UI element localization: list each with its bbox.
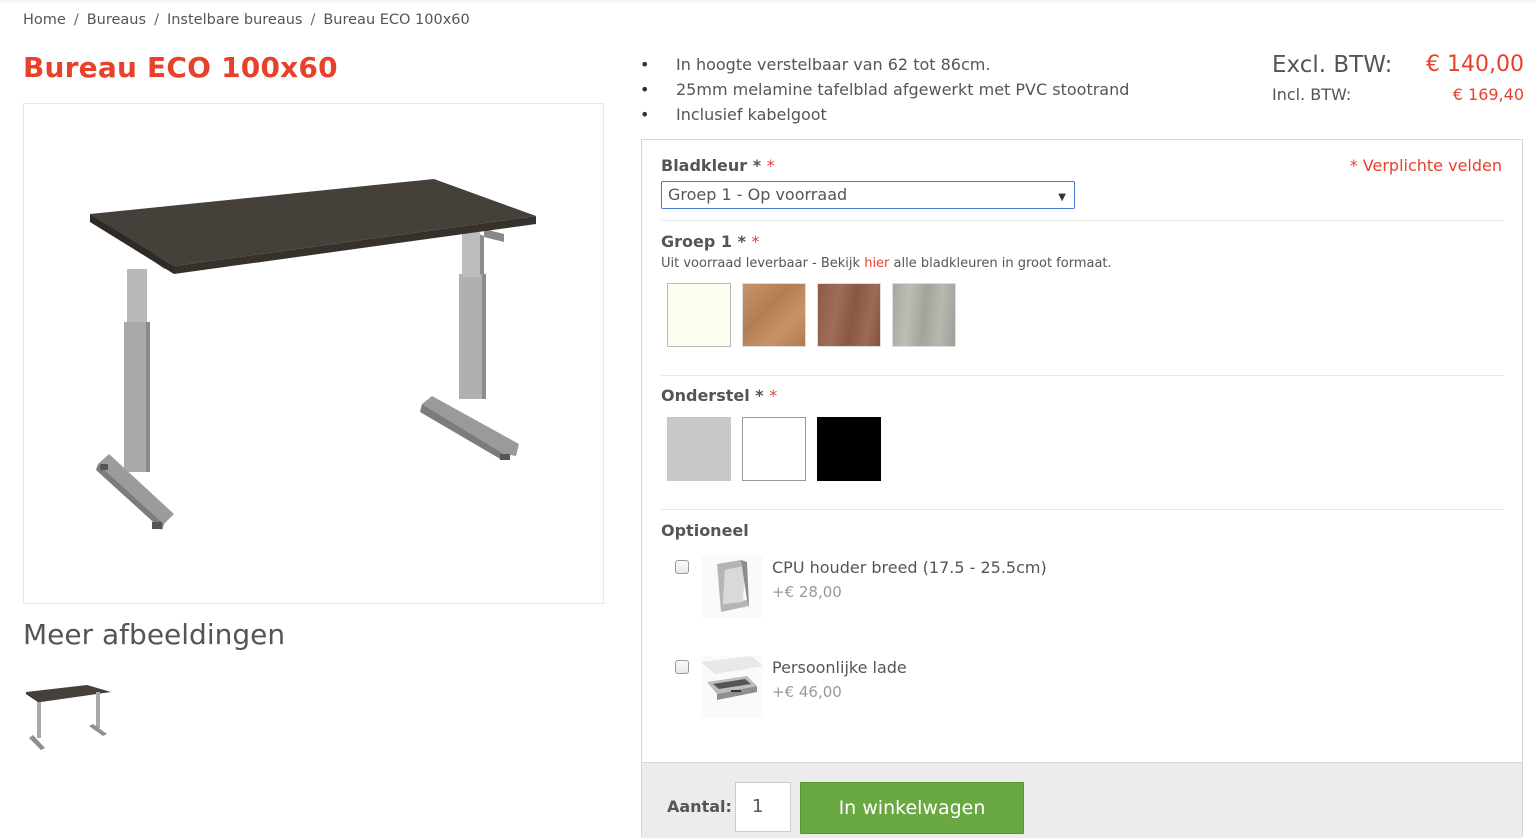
swatch-walnut[interactable] — [817, 283, 881, 347]
groep-desc-link[interactable]: hier — [864, 256, 889, 271]
lade-image — [701, 656, 763, 718]
onderstel-label: Onderstel * * — [661, 386, 777, 405]
option-checkbox-cpu-houder[interactable] — [675, 560, 689, 574]
product-title: Bureau ECO 100x60 — [23, 51, 338, 84]
required-mark: * — [769, 386, 778, 405]
required-mark: * — [751, 232, 760, 251]
quantity-label: Aantal: — [667, 797, 732, 816]
divider — [661, 509, 1504, 510]
feature-list: In hoogte verstelbaar van 62 tot 86cm. 2… — [640, 52, 1129, 127]
dropdown-arrow-icon: ▼ — [1058, 192, 1066, 203]
option-checkbox-persoonlijke-lade[interactable] — [675, 660, 689, 674]
breadcrumb-instelbare-bureaus[interactable]: Instelbare bureaus — [167, 12, 303, 28]
add-to-cart-button[interactable]: In winkelwagen — [800, 782, 1024, 834]
price-excl-label: Excl. BTW: — [1272, 52, 1393, 78]
price-incl-row: Incl. BTW: € 169,40 — [1272, 80, 1524, 110]
desk-thumbnail-image — [26, 685, 111, 750]
onderstel-label-text: Onderstel * — [661, 386, 764, 405]
price-incl-value: € 169,40 — [1452, 85, 1524, 104]
swatch-cream-white[interactable] — [667, 283, 731, 347]
groep-desc-text: Uit voorraad leverbaar - Bekijk — [661, 256, 865, 271]
breadcrumb-home[interactable]: Home — [23, 12, 66, 28]
breadcrumb-separator: / — [73, 12, 79, 28]
option-price: +€ 46,00 — [772, 683, 842, 701]
breadcrumb-separator: / — [310, 12, 316, 28]
option-name: Persoonlijke lade — [772, 658, 907, 677]
option-name: CPU houder breed (17.5 - 25.5cm) — [772, 558, 1047, 577]
option-price: +€ 28,00 — [772, 583, 842, 601]
feature-item: Inclusief kabelgoot — [640, 102, 1129, 127]
feature-item: 25mm melamine tafelblad afgewerkt met PV… — [640, 77, 1129, 102]
bladkleur-label-text: Bladkleur * — [661, 156, 762, 175]
breadcrumb-separator: / — [154, 12, 159, 28]
breadcrumb-bureaus[interactable]: Bureaus — [87, 12, 146, 28]
bladkleur-label: Bladkleur * * — [661, 156, 775, 175]
swatch-light-oak[interactable] — [742, 283, 806, 347]
divider — [661, 220, 1504, 221]
price-incl-label: Incl. BTW: — [1272, 85, 1352, 104]
product-thumbnail[interactable] — [23, 680, 115, 752]
groep-desc-text-end: alle bladkleuren in groot formaat. — [889, 256, 1112, 271]
price-excl-value: € 140,00 — [1426, 52, 1524, 77]
swatch-grey-oak[interactable] — [892, 283, 956, 347]
groep-description: Uit voorraad leverbaar - Bekijk hier all… — [661, 256, 1112, 271]
required-fields-note: * Verplichte velden — [1349, 156, 1502, 175]
swatch-black[interactable] — [817, 417, 881, 481]
divider — [661, 375, 1504, 376]
bladkleur-select[interactable]: Groep 1 - Op voorraad ▼ — [661, 181, 1075, 209]
price-excl-row: Excl. BTW: € 140,00 — [1272, 50, 1524, 80]
cpu-houder-image — [701, 556, 763, 618]
breadcrumb: Home / Bureaus / Instelbare bureaus / Bureau E… — [23, 12, 470, 28]
add-to-cart-bar: Aantal: 1 In winkelwagen — [642, 762, 1522, 838]
quantity-input[interactable]: 1 — [735, 782, 791, 832]
swatch-white[interactable] — [742, 417, 806, 481]
groep-label-text: Groep 1 * — [661, 232, 746, 251]
breadcrumb-current: Bureau ECO 100x60 — [323, 12, 470, 28]
product-main-image[interactable] — [23, 103, 604, 604]
bladkleur-select-value: Groep 1 - Op voorraad — [668, 185, 848, 204]
feature-item: In hoogte verstelbaar van 62 tot 86cm. — [640, 52, 1129, 77]
optioneel-label: Optioneel — [661, 521, 749, 540]
top-shadow — [0, 0, 1536, 4]
more-images-title: Meer afbeeldingen — [23, 618, 286, 651]
price-block: Excl. BTW: € 140,00 Incl. BTW: € 169,40 — [1272, 50, 1524, 110]
required-mark: * — [766, 156, 775, 175]
groep-label: Groep 1 * * — [661, 232, 760, 251]
desk-image — [90, 179, 536, 530]
product-config-panel: Bladkleur * * * Verplichte velden Groep … — [641, 139, 1523, 838]
swatch-aluminium-grey[interactable] — [667, 417, 731, 481]
